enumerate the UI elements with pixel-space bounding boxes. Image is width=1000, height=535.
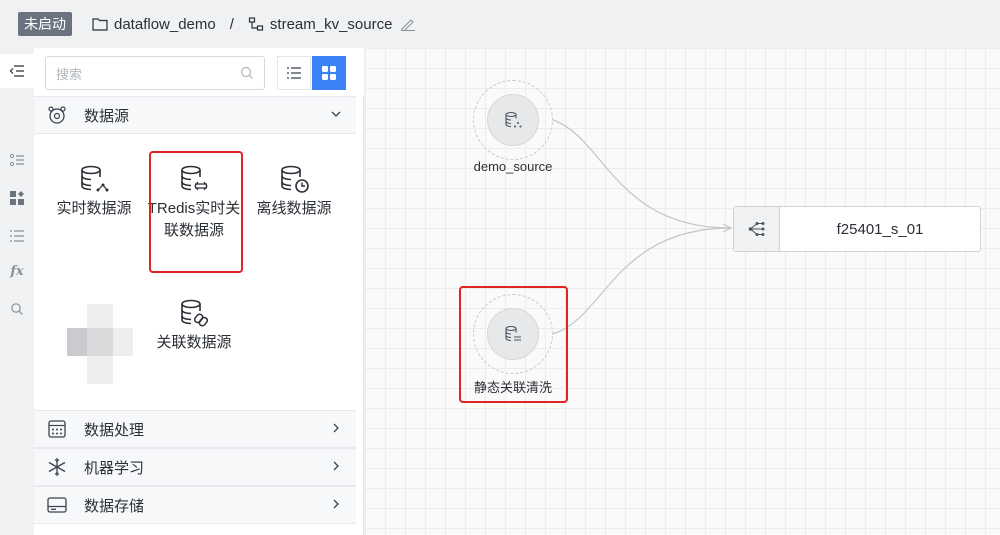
folder-icon: [92, 18, 108, 31]
component-panel: 搜索 数据源 实时数据源 TRedis实时关联数据源 离线数据源 关联数据源 数…: [34, 48, 364, 535]
canvas-node-process[interactable]: f25401_s_01: [733, 206, 981, 252]
collapse-panel-button[interactable]: [0, 54, 34, 88]
process-icon: [748, 222, 764, 236]
rail-list-icon[interactable]: [0, 228, 34, 244]
data-source-node-grid: 实时数据源 TRedis实时关联数据源 离线数据源 关联数据源: [34, 134, 356, 408]
chevron-right-icon: [333, 461, 339, 471]
category-label: 机器学习: [84, 459, 145, 477]
category-data-processing[interactable]: 数据处理: [34, 410, 356, 448]
category-label: 数据存储: [84, 497, 145, 515]
edge-demo-source: [552, 119, 732, 229]
list-view-icon: [287, 67, 301, 79]
collapse-icon: [9, 65, 24, 77]
flow-canvas[interactable]: demo_source 静态关联清洗 f25401_s_01: [365, 48, 1000, 535]
search-row: 搜索: [34, 48, 364, 96]
rail-function-icon[interactable]: fx: [0, 264, 34, 279]
grid-view-button[interactable]: [312, 56, 346, 90]
offline-db-icon: [246, 160, 342, 194]
search-placeholder: 搜索: [56, 66, 83, 82]
breadcrumb-project[interactable]: dataflow_demo: [92, 16, 216, 33]
grid-view-icon: [322, 66, 336, 80]
node-offline-source[interactable]: 离线数据源: [246, 160, 342, 220]
category-machine-learning[interactable]: 机器学习: [34, 448, 356, 486]
flow-icon: [248, 17, 264, 31]
category-label: 数据源: [84, 107, 130, 125]
node-label: 关联数据源: [156, 334, 232, 351]
category-data-source[interactable]: 数据源: [34, 96, 356, 134]
flow-name: stream_kv_source: [269, 15, 393, 33]
breadcrumb-flow[interactable]: stream_kv_source: [248, 15, 393, 33]
machine-learning-category-icon: [46, 456, 68, 478]
data-processing-category-icon: [46, 418, 68, 440]
search-input[interactable]: 搜索: [45, 56, 265, 90]
node-label: 实时数据源: [56, 200, 132, 217]
project-name: dataflow_demo: [114, 15, 216, 33]
rail-search-icon[interactable]: [0, 302, 34, 316]
category-label: 数据处理: [84, 421, 145, 439]
chevron-right-icon: [333, 423, 339, 433]
node-realtime-source[interactable]: 实时数据源: [46, 160, 142, 220]
left-rail: fx: [0, 48, 34, 535]
data-storage-category-icon: [46, 494, 68, 516]
node-join-source[interactable]: 关联数据源: [146, 294, 242, 354]
chevron-right-icon: [333, 499, 339, 509]
top-bar: 未启动 dataflow_demo / stream_kv_source: [0, 0, 1000, 48]
search-icon: [240, 66, 253, 79]
highlight-box: [459, 286, 568, 403]
join-db-icon: [146, 294, 242, 328]
canvas-node-label: demo_source: [473, 159, 553, 174]
chevron-down-icon: [331, 111, 341, 117]
realtime-db-icon: [46, 160, 142, 194]
list-view-button[interactable]: [277, 56, 311, 90]
canvas-node-label: f25401_s_01: [836, 220, 924, 238]
canvas-node-demo-source[interactable]: [473, 80, 553, 160]
highlight-box: [149, 151, 243, 273]
rail-list-tree-icon[interactable]: [0, 152, 34, 168]
data-source-category-icon: [46, 104, 68, 126]
breadcrumb-separator: /: [229, 15, 234, 33]
edge-static-join: [552, 227, 732, 335]
category-data-storage[interactable]: 数据存储: [34, 486, 356, 524]
rail-components-icon[interactable]: [0, 190, 34, 206]
stream-db-icon: [505, 111, 522, 128]
node-label: 离线数据源: [256, 200, 332, 217]
edit-icon[interactable]: [400, 17, 416, 31]
blurred-node-placeholder: [67, 304, 133, 384]
status-badge: 未启动: [18, 12, 72, 36]
